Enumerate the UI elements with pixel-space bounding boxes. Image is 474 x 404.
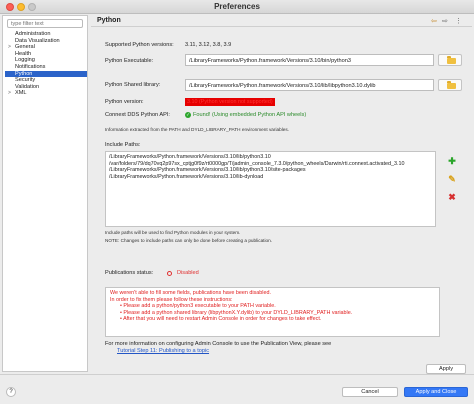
sidebar-item-label: Notifications bbox=[15, 63, 46, 70]
supported-versions-value: 3.11, 3.12, 3.8, 3.9 bbox=[185, 42, 232, 48]
panel-header: Python ⇦ ⇨ ⋮ bbox=[91, 15, 472, 27]
warning-line: • Please add a python shared library (li… bbox=[120, 309, 353, 316]
sidebar-item-label: Logging bbox=[15, 57, 35, 64]
sidebar-item-security[interactable]: Security bbox=[5, 77, 87, 84]
list-item[interactable]: /var/folders/79/dq70vq2p97sx_cptjg0f9z/r… bbox=[109, 161, 432, 168]
sidebar-item-python[interactable]: Python bbox=[5, 70, 87, 78]
sidebar-item-label: Validation bbox=[15, 83, 40, 90]
sidebar-item-label: Security bbox=[15, 77, 36, 84]
python-version-value: 3.10 (Python version not supported) bbox=[185, 98, 275, 106]
apply-and-close-button[interactable]: Apply and Close bbox=[404, 387, 468, 397]
add-path-icon[interactable]: ✚ bbox=[445, 155, 459, 167]
sidebar-item-health[interactable]: Health bbox=[5, 51, 87, 58]
shared-library-label: Python Shared library: bbox=[105, 82, 161, 88]
apply-button[interactable]: Apply bbox=[426, 364, 466, 374]
warning-line: • Please add a python/python3 executable… bbox=[120, 303, 276, 310]
sidebar-item-notifications[interactable]: Notifications bbox=[5, 64, 87, 71]
sidebar-item-label: General bbox=[15, 44, 35, 51]
sidebar-item-administration[interactable]: Administration bbox=[5, 31, 87, 38]
executable-field[interactable]: /LibraryFrameworks/Python.framework/Vers… bbox=[185, 54, 434, 66]
help-icon[interactable]: ? bbox=[6, 387, 16, 397]
sidebar-item-general[interactable]: > General bbox=[5, 44, 87, 51]
warning-line: In order to fix them please follow these… bbox=[110, 296, 233, 303]
info-text: For more information on configuring Admi… bbox=[105, 341, 332, 347]
preferences-sidebar: Administration Data Visualization > Gener… bbox=[2, 15, 88, 372]
view-menu-icon[interactable]: ⋮ bbox=[455, 17, 462, 25]
list-item[interactable]: /LibraryFrameworks/Python.framework/Vers… bbox=[109, 174, 432, 181]
folder-icon bbox=[447, 56, 456, 64]
publication-warning-box: We weren't able to fill some fields, pub… bbox=[105, 287, 440, 337]
chevron-right-icon[interactable]: > bbox=[8, 44, 11, 51]
sidebar-item-label: Python bbox=[15, 70, 33, 77]
python-version-label: Python version: bbox=[105, 99, 144, 105]
extracted-note: Information extracted from the PATH and … bbox=[105, 127, 290, 132]
page-title: Python bbox=[97, 17, 121, 24]
tutorial-link[interactable]: Tutorial Step 11: Publishing to a topic bbox=[117, 348, 209, 354]
sidebar-item-data-visualization[interactable]: Data Visualization bbox=[5, 38, 87, 45]
browse-executable-button[interactable] bbox=[438, 54, 462, 66]
sidebar-item-label: Health bbox=[15, 50, 32, 57]
check-icon: ✓ bbox=[185, 112, 191, 118]
python-preferences-panel: Python ⇦ ⇨ ⋮ Supported Python versions: … bbox=[91, 15, 472, 374]
window-title: Preferences bbox=[214, 2, 260, 11]
include-note-1: Include paths will be used to find Pytho… bbox=[105, 230, 241, 235]
publications-status-label: Publications status: bbox=[105, 270, 154, 276]
connext-api-status: ✓ Found! (Using embedded Python API wheel… bbox=[185, 112, 306, 118]
sidebar-item-label: Data Visualization bbox=[15, 37, 60, 44]
cancel-button[interactable]: Cancel bbox=[342, 387, 398, 397]
remove-path-icon[interactable]: ✖ bbox=[445, 191, 459, 203]
forward-arrow-icon[interactable]: ⇨ bbox=[442, 17, 448, 25]
filter-input[interactable] bbox=[7, 19, 83, 28]
include-note-2: NOTE: Changes to include paths can only … bbox=[105, 238, 273, 243]
sidebar-item-label: XML bbox=[15, 90, 27, 97]
warning-line: We weren't able to fill some fields, pub… bbox=[110, 290, 271, 296]
publications-status-value: Disabled bbox=[177, 270, 199, 276]
sidebar-item-xml[interactable]: > XML bbox=[5, 90, 87, 97]
chevron-right-icon[interactable]: > bbox=[8, 90, 11, 97]
supported-versions-label: Supported Python versions: bbox=[105, 42, 174, 48]
connext-api-value: Found! (Using embedded Python API wheels… bbox=[193, 112, 307, 118]
list-item[interactable]: /LibraryFrameworks/Python.framework/Vers… bbox=[109, 167, 432, 174]
window-titlebar: Preferences bbox=[0, 0, 474, 14]
preferences-tree: Administration Data Visualization > Gener… bbox=[5, 31, 87, 97]
list-item[interactable]: /LibraryFrameworks/Python.framework/Vers… bbox=[109, 154, 432, 161]
executable-label: Python Executable: bbox=[105, 58, 154, 64]
folder-icon bbox=[447, 81, 456, 89]
disabled-status-icon bbox=[167, 271, 172, 276]
dialog-footer: ? Cancel Apply and Close bbox=[0, 374, 474, 404]
sidebar-item-validation[interactable]: Validation bbox=[5, 84, 87, 91]
include-paths-label: Include Paths: bbox=[105, 142, 141, 148]
back-arrow-icon[interactable]: ⇦ bbox=[431, 17, 437, 25]
shared-library-field[interactable]: /LibraryFrameworks/Python.framework/Vers… bbox=[185, 79, 434, 91]
browse-shared-library-button[interactable] bbox=[438, 79, 462, 91]
include-paths-list[interactable]: /LibraryFrameworks/Python.framework/Vers… bbox=[105, 151, 436, 227]
edit-path-icon[interactable]: ✎ bbox=[445, 173, 459, 185]
warning-line: • After that you will need to restart Ad… bbox=[120, 316, 322, 323]
connext-api-label: Connext DDS Python API: bbox=[105, 112, 170, 118]
sidebar-item-label: Administration bbox=[15, 31, 51, 37]
sidebar-item-logging[interactable]: Logging bbox=[5, 57, 87, 64]
